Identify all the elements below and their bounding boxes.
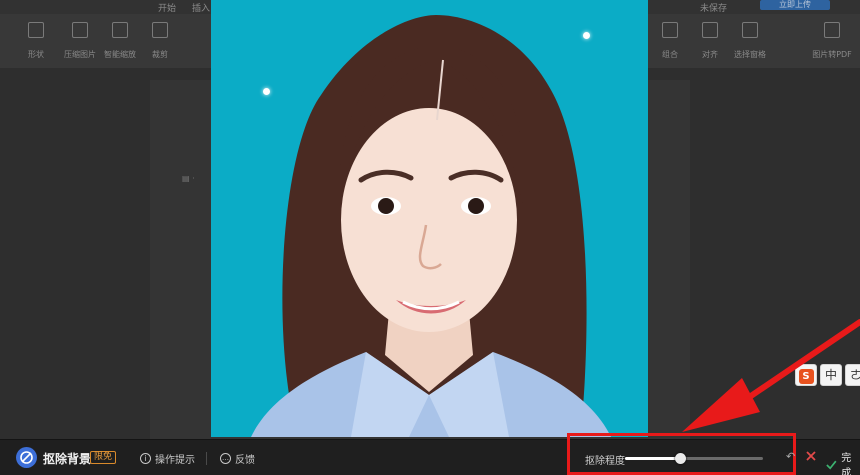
undo-icon[interactable]: ↶ xyxy=(786,450,795,463)
tool-label: 压缩图片 xyxy=(64,50,96,59)
tool-align[interactable]: 对齐 xyxy=(690,22,730,61)
done-label: 完成 xyxy=(841,453,852,475)
check-icon xyxy=(826,460,837,470)
tool-selection-pane[interactable]: 选择窗格 xyxy=(730,22,770,61)
slider-fill xyxy=(625,457,681,460)
toolbar-title: 抠除背景 xyxy=(43,452,92,466)
tool-label: 图片转PDF xyxy=(812,50,852,59)
tool-compress[interactable]: 压缩图片 xyxy=(60,22,100,61)
artifact-dot xyxy=(263,88,270,95)
tool-label: 裁剪 xyxy=(152,50,168,59)
crop-icon xyxy=(152,22,168,38)
app-window: 开始 插入 未保存 立即上传 形状 压缩图片 智能缩放 裁剪 组合 对齐 选择窗… xyxy=(0,0,860,475)
ime-punctuation-icon[interactable]: ㄜ xyxy=(845,364,860,386)
pdf-icon xyxy=(824,22,840,38)
selection-pane-icon xyxy=(742,22,758,38)
paragraph-mark-icon: ▤ · xyxy=(182,174,195,183)
tool-shape[interactable]: 形状 xyxy=(16,22,56,61)
tool-label: 形状 xyxy=(28,50,44,59)
tool-label: 对齐 xyxy=(702,50,718,59)
save-status: 未保存 xyxy=(700,4,728,14)
feedback-button[interactable]: … 反馈 xyxy=(220,451,255,466)
operation-hint-label: 操作提示 xyxy=(155,455,195,466)
tool-label: 智能缩放 xyxy=(104,50,136,59)
info-icon: i xyxy=(140,453,151,464)
operation-hint-button[interactable]: i 操作提示 xyxy=(140,451,195,466)
artifact-dot xyxy=(583,32,590,39)
tool-label: 组合 xyxy=(662,50,678,59)
removal-strength-label: 抠除程度 xyxy=(585,456,625,467)
ime-logo-letter: S xyxy=(798,369,814,384)
ime-toolbar[interactable]: S 中 ㄜ xyxy=(795,364,860,386)
feedback-label: 反馈 xyxy=(235,455,255,466)
scale-icon xyxy=(112,22,128,38)
tool-label: 选择窗格 xyxy=(734,50,766,59)
tool-image-to-pdf[interactable]: 图片转PDF xyxy=(812,22,852,61)
feedback-icon: … xyxy=(220,453,231,464)
group-icon xyxy=(662,22,678,38)
free-badge: 限免 xyxy=(90,451,117,464)
toolbar-divider xyxy=(206,452,207,465)
tab-start[interactable]: 开始 xyxy=(158,1,176,14)
shape-icon xyxy=(28,22,44,38)
compress-icon xyxy=(72,22,88,38)
removal-strength-highlight: 抠除程度 xyxy=(567,433,796,475)
cancel-icon[interactable] xyxy=(804,449,818,463)
portrait-illustration xyxy=(251,15,611,437)
sogou-logo-icon[interactable]: S xyxy=(795,364,817,386)
id-photo[interactable] xyxy=(211,0,648,437)
tab-insert[interactable]: 插入 xyxy=(192,1,210,14)
upload-label: 立即上传 xyxy=(779,0,811,9)
tool-smart-scale[interactable]: 智能缩放 xyxy=(100,22,140,61)
tool-group[interactable]: 组合 xyxy=(650,22,690,61)
slider-handle[interactable] xyxy=(675,453,687,464)
removal-strength-slider[interactable] xyxy=(625,453,763,464)
done-button[interactable]: 完成 xyxy=(825,449,860,475)
tool-crop[interactable]: 裁剪 xyxy=(140,22,180,61)
ime-mode-toggle[interactable]: 中 xyxy=(820,364,842,386)
upload-button[interactable]: 立即上传 xyxy=(760,0,830,10)
remove-background-logo-icon xyxy=(16,447,37,468)
align-icon xyxy=(702,22,718,38)
